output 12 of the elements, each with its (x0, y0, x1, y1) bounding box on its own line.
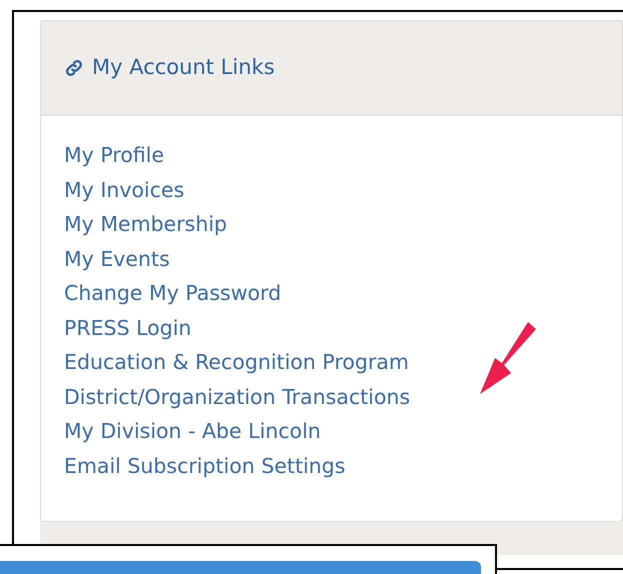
account-link[interactable]: PRESS Login (64, 310, 192, 345)
account-link[interactable]: My Invoices (64, 172, 184, 207)
account-link[interactable]: My Profile (64, 138, 164, 172)
card-title: My Account Links (92, 54, 275, 82)
account-link[interactable]: My Membership (64, 207, 228, 242)
account-link[interactable]: My Division - Abe Lincoln (64, 414, 321, 448)
account-link[interactable]: My Events (64, 242, 170, 276)
account-link[interactable]: Email Subscription Settings (64, 448, 346, 483)
account-link[interactable]: Change My Password (64, 276, 282, 310)
account-link[interactable]: District/Organization Transactions (64, 380, 410, 414)
account-link[interactable]: Education & Recognition Program (64, 345, 409, 380)
link-icon (64, 57, 84, 79)
